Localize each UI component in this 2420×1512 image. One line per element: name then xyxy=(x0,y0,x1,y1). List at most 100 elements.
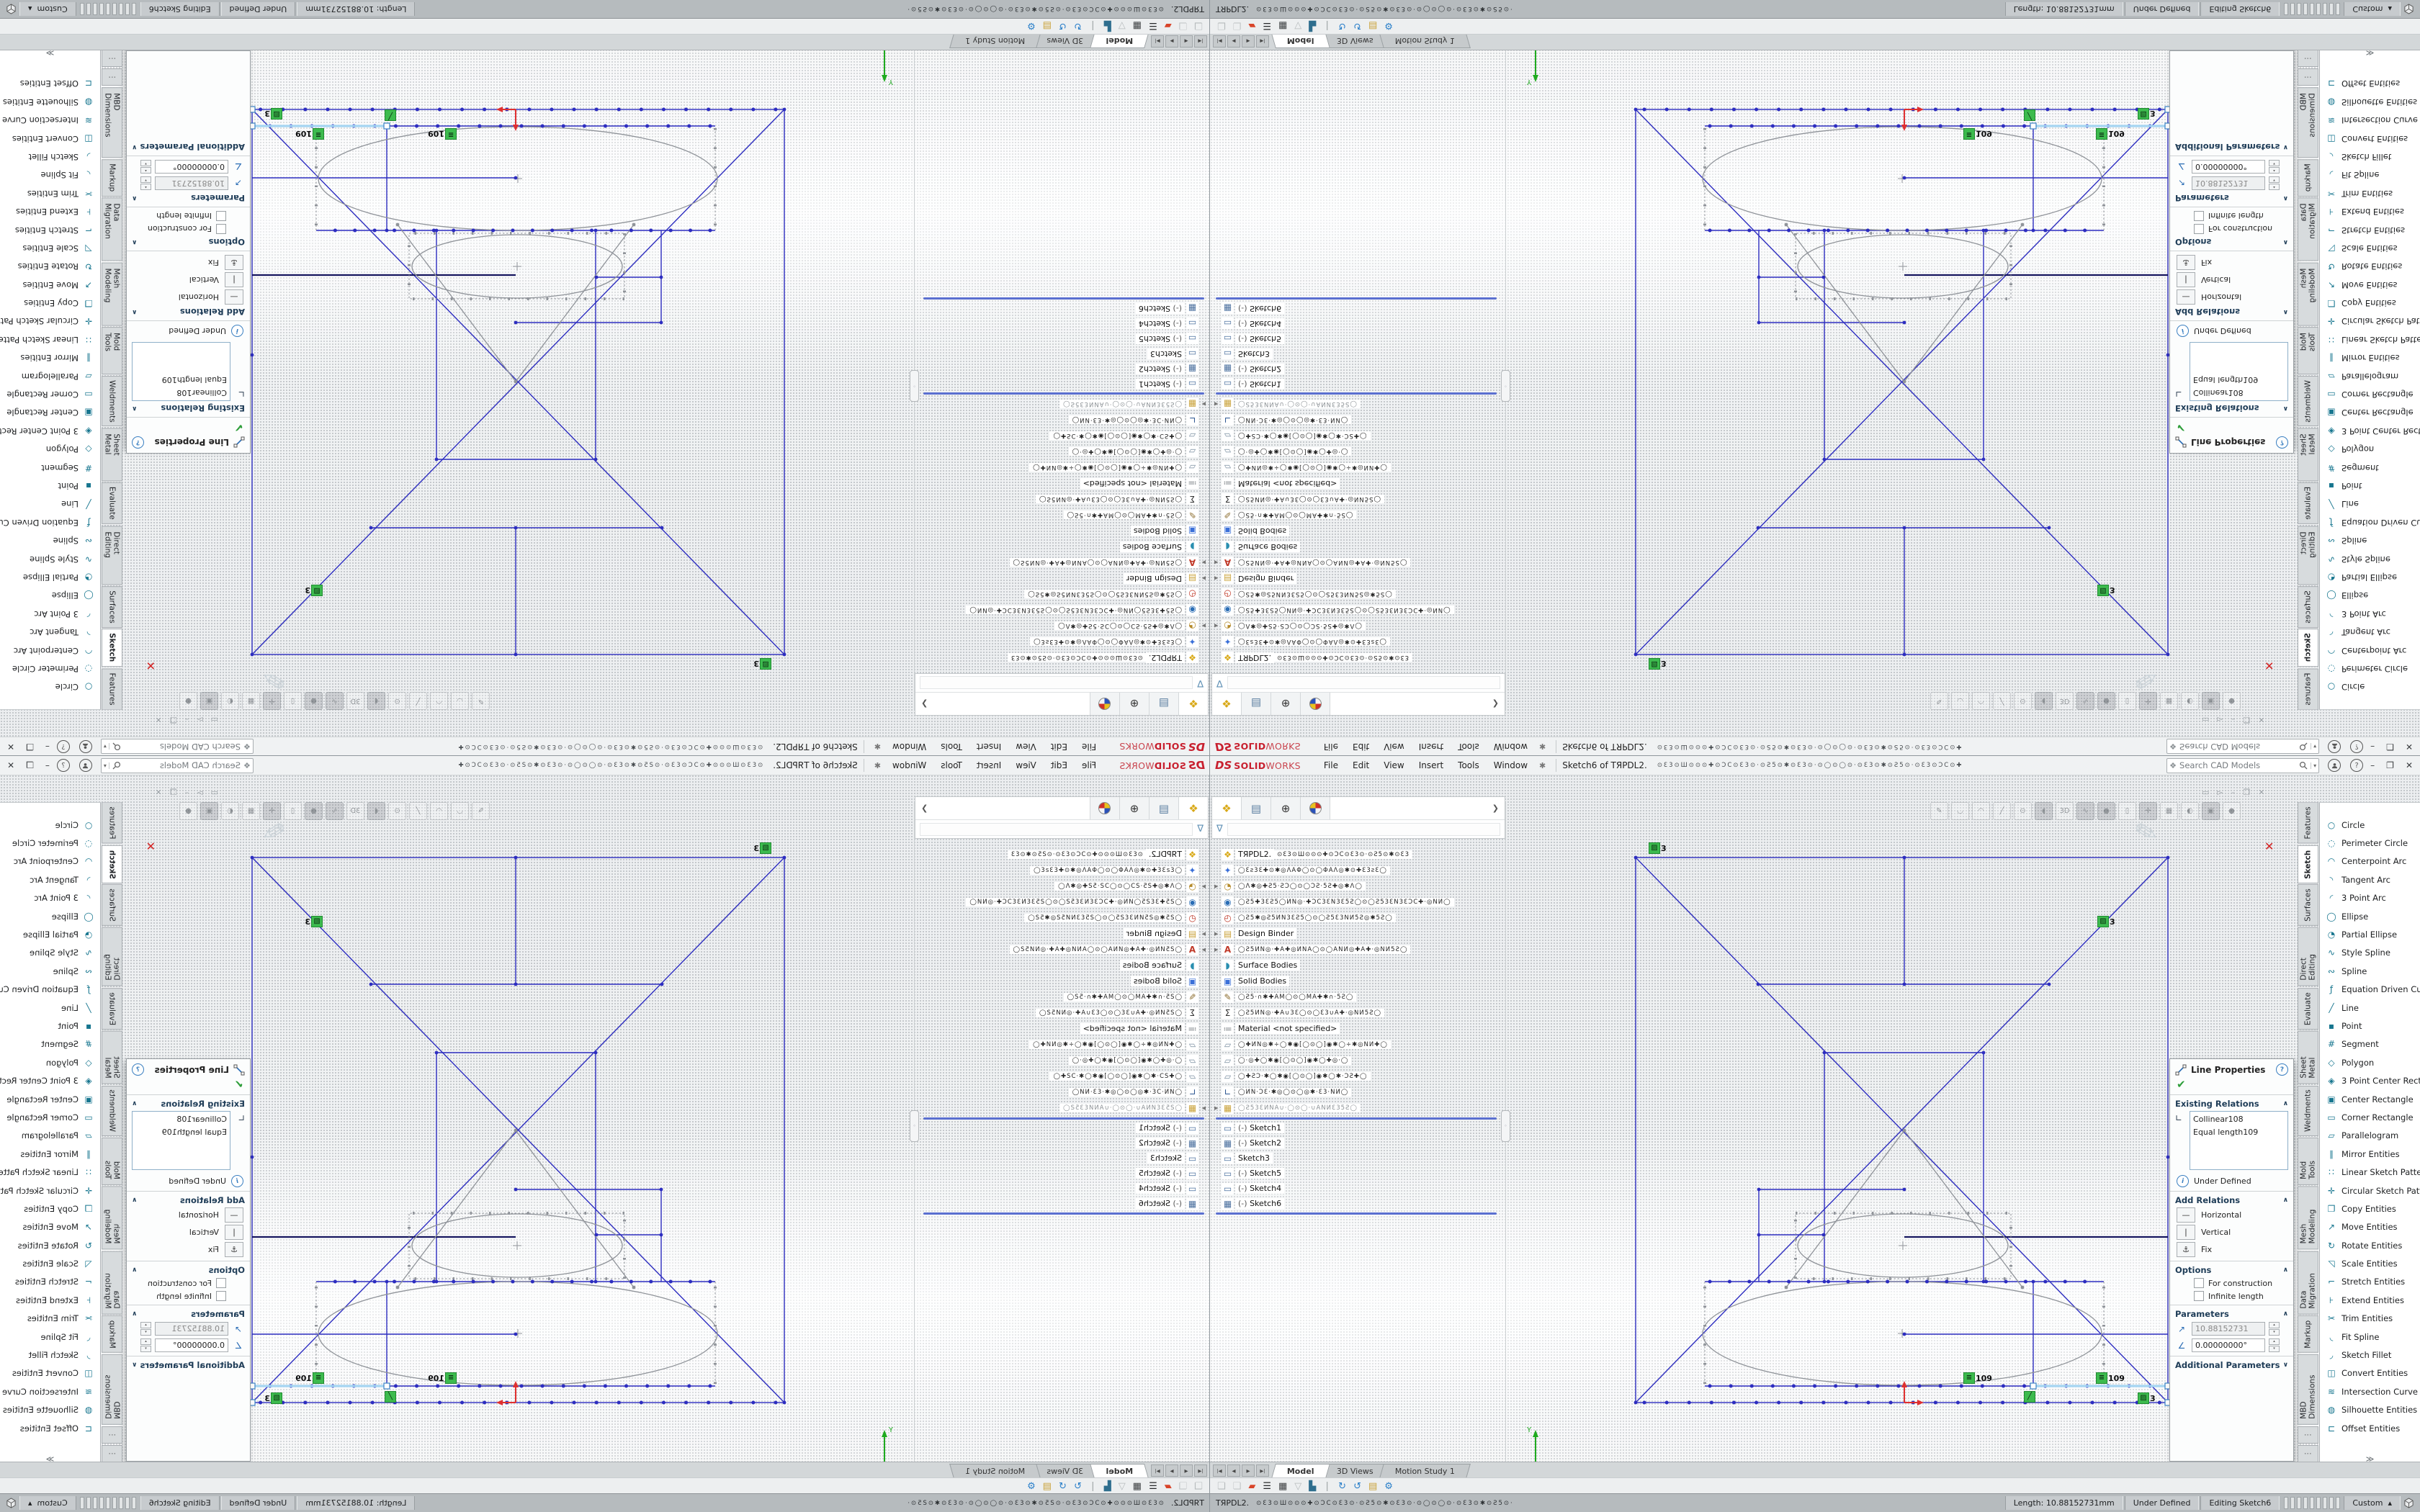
status-units-selector[interactable]: Custom ▴ xyxy=(2344,2,2401,16)
length-field[interactable]: 10.88152731 xyxy=(155,1322,228,1336)
vertical-relation-button[interactable]: ❘ xyxy=(2177,272,2195,287)
tab-sheet-metal[interactable]: Sheet Metal xyxy=(2298,1031,2318,1084)
child-close-icon[interactable]: ✕ xyxy=(156,788,162,797)
tab-featuremanager[interactable]: ❖ xyxy=(1212,693,1242,715)
view-sketch-icon[interactable]: ◖ xyxy=(2035,802,2053,820)
child-restore-icon[interactable]: ▭ xyxy=(211,715,218,724)
close-button[interactable]: ✕ xyxy=(7,742,14,752)
tree-item-equations[interactable]: Σ◯Ƨ5ИN◎·✚A∪3Ɛ◯⊙◯Ɛ3∪A✚·◎NИ5Ƨ◯ xyxy=(1214,492,1384,507)
relation-item[interactable]: Equal length109 xyxy=(2193,1126,2285,1139)
tool-centerpoint-arc[interactable]: ◠Centerpoint Arc xyxy=(2320,852,2420,870)
view-sketch-icon[interactable]: ◖ xyxy=(2035,692,2053,710)
tab-mesh-modeling[interactable]: Mesh Modeling xyxy=(102,262,122,325)
status-units-selector[interactable]: Custom ▴ xyxy=(19,2,76,16)
ok-button[interactable]: ✔ xyxy=(2177,421,2288,434)
child-maximize-icon[interactable]: ❐ xyxy=(2243,788,2250,797)
relation-badge[interactable]: ▨3 xyxy=(305,916,323,927)
tab-overflow[interactable]: ⋮ xyxy=(102,1445,122,1462)
tool-move-entities[interactable]: ↗Move Entities xyxy=(2320,1218,2420,1236)
view-cube-icon[interactable]: ▣ xyxy=(2202,802,2220,820)
layer-icon[interactable]: ❏ xyxy=(1217,21,1226,32)
tree-item-history[interactable]: ▶◔◯Λ✱◎✚Ƨ5·ƧƆ◯⊙◯ƆƧ·5Ƨ✚◎✱Λ◯ xyxy=(1054,618,1206,634)
layer-icon[interactable]: ❏ xyxy=(1194,1481,1203,1492)
tool-perimeter-circle[interactable]: ◌Perimeter Circle xyxy=(2320,660,2420,678)
tool-center-rectangle[interactable]: ▣Center Rectangle xyxy=(0,404,100,422)
infinite-length-checkbox[interactable] xyxy=(216,1291,226,1301)
view-cube-icon[interactable]: ▣ xyxy=(200,692,218,710)
tree-item-origin[interactable]: ∟◯ИN·ƆƐ·✱◎◯⊙◯◎✱·Ɛ3·NИ◯ xyxy=(1069,413,1206,428)
tab-propertymanager[interactable]: ▤ xyxy=(1242,797,1271,819)
help-icon[interactable]: ? xyxy=(57,759,70,772)
tool-convert-entities[interactable]: ◫Convert Entities xyxy=(0,130,100,148)
pin-menu-icon[interactable]: ✱ xyxy=(1539,742,1546,752)
sync2-icon[interactable]: ↺ xyxy=(1059,21,1067,32)
tree-item-top-plane[interactable]: ▱◯·◎✚◯✱◉[◯⊙◯]◉✱◯✚◎·◯ xyxy=(1214,444,1351,459)
fix-relation-button[interactable]: ⚓ xyxy=(2177,1242,2195,1257)
tab-weldments[interactable]: Weldments xyxy=(2298,1086,2318,1136)
view-3d-icon[interactable]: 3D xyxy=(2056,802,2074,820)
tree-item-sketch5[interactable]: ▭(-) Sketch5 xyxy=(1136,331,1206,346)
filter-input[interactable] xyxy=(920,677,1193,690)
panel-expand-icon[interactable]: ❯ xyxy=(1487,797,1505,819)
rollback-bar[interactable] xyxy=(923,392,1204,395)
tab-direct-editing[interactable]: Direct Editing xyxy=(2298,927,2318,986)
menu-file[interactable]: File xyxy=(1075,742,1103,752)
tool-segment[interactable]: #Segment xyxy=(0,1035,100,1053)
arc-tool-icon[interactable]: ◡ xyxy=(1951,802,1969,820)
child-maximize-icon[interactable]: ❐ xyxy=(170,788,177,797)
tab-surfaces[interactable]: Surfaces xyxy=(102,586,122,628)
infinite-length-checkbox[interactable] xyxy=(2194,1291,2204,1301)
panel-expand-icon[interactable]: ❯ xyxy=(1487,693,1505,715)
tree-item-surface-bodies[interactable]: ◗Surface Bodies xyxy=(1120,539,1206,554)
search-dropdown-icon[interactable]: ▾ xyxy=(2311,744,2316,750)
tool-tangent-arc[interactable]: ◝Tangent Arc xyxy=(2320,870,2420,888)
gear-icon[interactable]: ⚙ xyxy=(1384,21,1393,32)
tool-scale-entities[interactable]: ◹Scale Entities xyxy=(2320,1254,2420,1272)
tree-item-sketch6[interactable]: ▦(-) Sketch6 xyxy=(1214,301,1284,316)
tool-center-rectangle[interactable]: ▣Center Rectangle xyxy=(0,1090,100,1108)
tab-last-button[interactable]: ▶| xyxy=(1256,1464,1269,1477)
tool-silhouette-entities[interactable]: ◍Silhouette Entities xyxy=(2320,93,2420,111)
relation-item[interactable]: Collinear108 xyxy=(2193,386,2285,399)
relation-badge[interactable]: ▨3 xyxy=(2138,1392,2156,1404)
sync-icon[interactable]: ↻ xyxy=(1338,21,1346,32)
tool-sketch-fillet[interactable]: ◞Sketch Fillet xyxy=(2320,1346,2420,1364)
tab-3d-views[interactable]: 3D Views xyxy=(1321,1464,1389,1478)
tool-segment[interactable]: #Segment xyxy=(0,459,100,477)
menu-insert[interactable]: Insert xyxy=(1412,760,1451,770)
tool-3-point-arc[interactable]: ◜3 Point Arc xyxy=(0,605,100,623)
tool-stretch-entities[interactable]: ⌐Stretch Entities xyxy=(0,221,100,239)
angle-spinner[interactable]: ▴▾ xyxy=(140,1338,151,1352)
tool-circle[interactable]: ○Circle xyxy=(2320,678,2420,696)
tool-centerpoint-arc[interactable]: ◠Centerpoint Arc xyxy=(2320,642,2420,660)
tree-item-front-plane[interactable]: ▱◯✚ИN◎✱÷◯✱◉[◯⊙◯]◉✱◯÷✱◎NИ✚◯ xyxy=(1214,1037,1391,1052)
tool-partial-ellipse[interactable]: ◔Partial Ellipse xyxy=(0,925,100,943)
tab-next-button[interactable]: ▶ xyxy=(1165,1464,1178,1477)
tab-propertymanager[interactable]: ▤ xyxy=(1242,693,1271,715)
relation-item[interactable]: Equal length109 xyxy=(135,1126,227,1139)
tool-offset-entities[interactable]: ⊏Offset Entities xyxy=(0,75,100,93)
tab-overflow[interactable]: ⋮ xyxy=(102,50,122,67)
tab-evaluate[interactable]: Evaluate xyxy=(2298,482,2318,524)
relation-badge[interactable]: ▨3 xyxy=(1649,658,1667,670)
tree-item-material[interactable]: ≔Material <not specified> xyxy=(1080,1021,1206,1036)
tool-equation-driven-curve[interactable]: ƒEquation Driven Curve xyxy=(0,981,100,999)
child-restore-icon[interactable]: ▭ xyxy=(2202,715,2209,724)
tab-sheet-metal[interactable]: Sheet Metal xyxy=(2298,428,2318,481)
relation-badge[interactable]: ≡109 xyxy=(428,1372,457,1384)
tree-item-sketch5[interactable]: ▭(-) Sketch5 xyxy=(1214,331,1284,346)
grid-icon[interactable]: ▦ xyxy=(1133,21,1142,32)
menu-view[interactable]: View xyxy=(1008,742,1043,752)
relation-badge[interactable]: ▨3 xyxy=(305,585,323,596)
tool-silhouette-entities[interactable]: ◍Silhouette Entities xyxy=(0,93,100,111)
length-field[interactable]: 10.88152731 xyxy=(2192,176,2265,190)
tree-item-favorites[interactable]: ✦◯Ɛƨ3Ɛ✚⊙✱◎ΛΑΦ◯⊙◯ΦΑΛ◎✱⊙✚Ɛ3ƨƐ◯ xyxy=(1214,863,1390,878)
tool-linear-pattern[interactable]: ∷Linear Sketch Pattern xyxy=(2320,330,2420,348)
sync2-icon[interactable]: ↺ xyxy=(1353,21,1361,32)
view-points-icon[interactable]: ● xyxy=(305,692,323,710)
angle-field[interactable]: 0.00000000° xyxy=(155,1338,228,1352)
child-minimize-icon[interactable]: – xyxy=(2231,788,2236,797)
relation-badge[interactable]: ≡109 xyxy=(2096,1372,2125,1384)
tab-data-migration[interactable]: Data Migration xyxy=(102,1251,122,1315)
tool-line[interactable]: ╱Line xyxy=(0,999,100,1017)
